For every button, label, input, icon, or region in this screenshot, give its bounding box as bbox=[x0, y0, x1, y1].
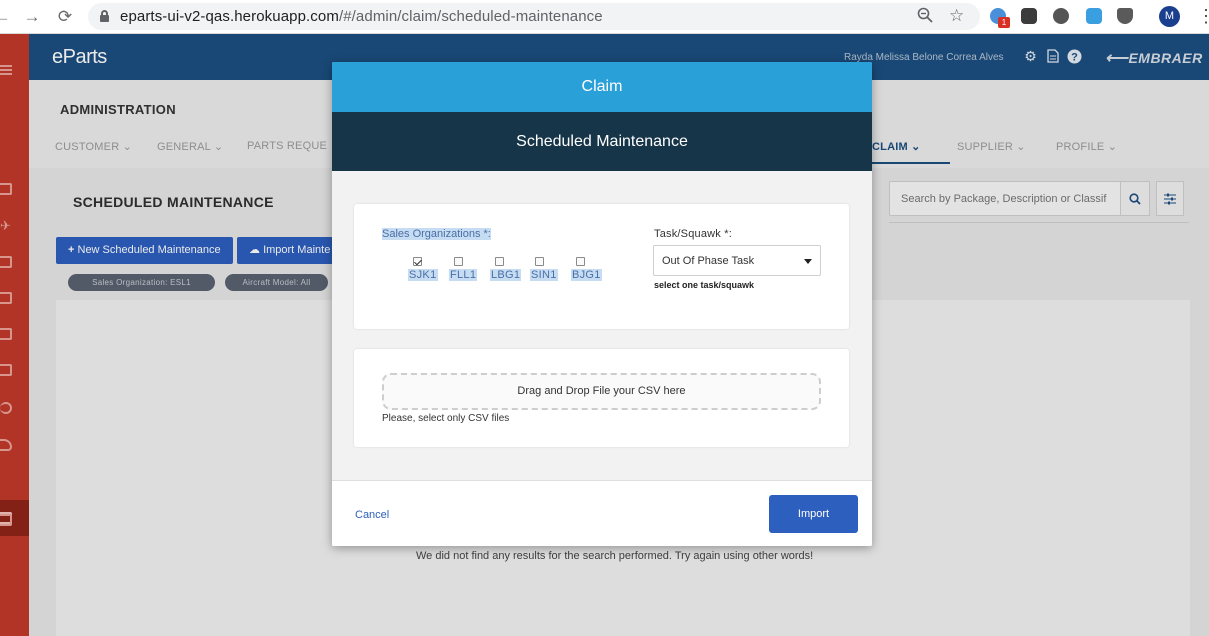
modal-subtitle: Scheduled Maintenance bbox=[332, 112, 872, 171]
bjg1-checkbox[interactable] bbox=[576, 257, 585, 266]
lbg1-label: LBG1 bbox=[490, 269, 522, 281]
import-modal: Claim Scheduled Maintenance Sales Organi… bbox=[332, 62, 872, 546]
upload-card: Drag and Drop File your CSV here Please,… bbox=[354, 349, 849, 447]
task-squawk-value: Out Of Phase Task bbox=[662, 255, 755, 267]
url-path: /#/admin/claim/scheduled-maintenance bbox=[338, 8, 603, 25]
browser-toolbar: ← → ⟳ eparts-ui-v2-qas.herokuapp.com/#/a… bbox=[0, 0, 1209, 34]
extension-badge: 1 bbox=[998, 17, 1010, 28]
bookmark-star-icon[interactable]: ☆ bbox=[949, 6, 964, 26]
sin1-label: SIN1 bbox=[530, 269, 558, 281]
extension-shield-icon[interactable] bbox=[1117, 8, 1133, 24]
reload-icon[interactable]: ⟳ bbox=[55, 7, 75, 27]
back-icon[interactable]: ← bbox=[0, 7, 12, 27]
sin1-checkbox[interactable] bbox=[535, 257, 544, 266]
address-bar[interactable]: eparts-ui-v2-qas.herokuapp.com/#/admin/c… bbox=[88, 3, 980, 30]
fll1-label: FLL1 bbox=[449, 269, 478, 281]
modal-title: Claim bbox=[332, 62, 872, 112]
bjg1-label: BJG1 bbox=[571, 269, 602, 281]
fll1-checkbox[interactable] bbox=[454, 257, 463, 266]
sjk1-label: SJK1 bbox=[408, 269, 438, 281]
profile-avatar[interactable]: M bbox=[1159, 6, 1180, 27]
browser-menu-icon[interactable]: ⋮ bbox=[1197, 6, 1209, 26]
forward-icon[interactable]: → bbox=[22, 7, 42, 27]
url-host: eparts-ui-v2-qas.herokuapp.com bbox=[120, 8, 339, 25]
extension-circle-icon[interactable] bbox=[1053, 8, 1069, 24]
task-squawk-select[interactable]: Out Of Phase Task bbox=[653, 245, 821, 276]
extension-check-icon[interactable] bbox=[1086, 8, 1102, 24]
sales-org-sjk1[interactable]: SJK1 bbox=[408, 255, 440, 285]
sales-org-fll1[interactable]: FLL1 bbox=[449, 255, 481, 285]
sales-org-lbg1[interactable]: LBG1 bbox=[490, 255, 522, 285]
task-squawk-hint: select one task/squawk bbox=[654, 280, 755, 290]
import-button[interactable]: Import bbox=[769, 495, 858, 533]
dropzone-text: Drag and Drop File your CSV here bbox=[517, 385, 686, 397]
dropzone-hint: Please, select only CSV files bbox=[382, 413, 510, 424]
csv-dropzone[interactable]: Drag and Drop File your CSV here bbox=[382, 373, 821, 410]
task-squawk-label: Task/Squawk *: bbox=[654, 228, 733, 240]
sjk1-checkbox[interactable] bbox=[413, 257, 422, 266]
modal-footer: Cancel Import bbox=[332, 480, 872, 546]
lbg1-checkbox[interactable] bbox=[495, 257, 504, 266]
zoom-icon[interactable] bbox=[917, 7, 933, 28]
lock-icon bbox=[100, 10, 109, 22]
url-text: eparts-ui-v2-qas.herokuapp.com/#/admin/c… bbox=[120, 8, 603, 25]
sales-org-bjg1[interactable]: BJG1 bbox=[571, 255, 603, 285]
cancel-button[interactable]: Cancel bbox=[355, 509, 389, 521]
sales-org-sin1[interactable]: SIN1 bbox=[530, 255, 562, 285]
options-card: Sales Organizations *: SJK1 FLL1 LBG1 SI… bbox=[354, 204, 849, 329]
extension-key-icon[interactable] bbox=[1021, 8, 1037, 24]
sales-organizations-label: Sales Organizations *: bbox=[382, 228, 491, 240]
caret-down-icon bbox=[804, 259, 812, 264]
